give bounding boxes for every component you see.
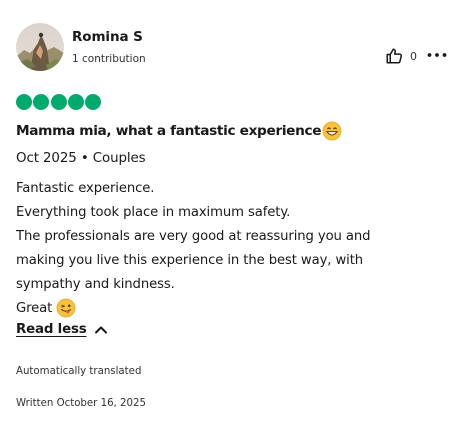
- rating-bubble-icon: [16, 94, 32, 110]
- chevron-up-icon: [94, 326, 107, 333]
- translation-note: Automatically translated: [16, 366, 142, 377]
- rating-bubble-icon: [33, 94, 50, 110]
- author-info: Romina S 1 contribution: [72, 29, 146, 66]
- helpful-vote-button[interactable]: 0: [385, 46, 417, 66]
- review-body: Fantastic experience. Everything took pl…: [16, 177, 446, 321]
- winking-face-with-tongue-icon: [56, 298, 76, 318]
- avatar[interactable]: [16, 23, 64, 71]
- review-title-text: Mamma mia, what a fantastic experience: [16, 123, 322, 139]
- written-date: Written October 16, 2025: [16, 398, 146, 409]
- review-body-line: Great: [16, 301, 53, 316]
- review-title[interactable]: Mamma mia, what a fantastic experience: [16, 121, 342, 141]
- review-body-line: Fantastic experience.: [16, 181, 155, 196]
- thumbs-up-icon: [386, 48, 403, 64]
- grinning-face-icon: [322, 121, 342, 141]
- contribution-count: 1 contribution: [72, 53, 146, 65]
- visit-date-and-trip-type: Oct 2025 • Couples: [16, 151, 146, 166]
- more-options-button[interactable]: [427, 47, 447, 63]
- rating-bubble-icon: [50, 94, 67, 110]
- read-less-button[interactable]: Read less: [16, 322, 108, 337]
- read-less-label: Read less: [16, 322, 87, 337]
- author-name[interactable]: Romina S: [72, 29, 146, 45]
- review-body-line: making you live this experience in the b…: [16, 253, 364, 268]
- rating-bubbles: [16, 94, 102, 110]
- review-body-line: The professionals are very good at reass…: [16, 229, 371, 244]
- rating-bubble-icon: [85, 94, 102, 110]
- more-horizontal-icon: [427, 53, 447, 57]
- review-body-last-line: Great: [16, 297, 446, 321]
- rating-bubble-icon: [67, 94, 84, 110]
- review-body-line: Everything took place in maximum safety.: [16, 205, 291, 220]
- helpful-count: 0: [410, 49, 417, 63]
- review-body-line: sympathy and kindness.: [16, 277, 175, 292]
